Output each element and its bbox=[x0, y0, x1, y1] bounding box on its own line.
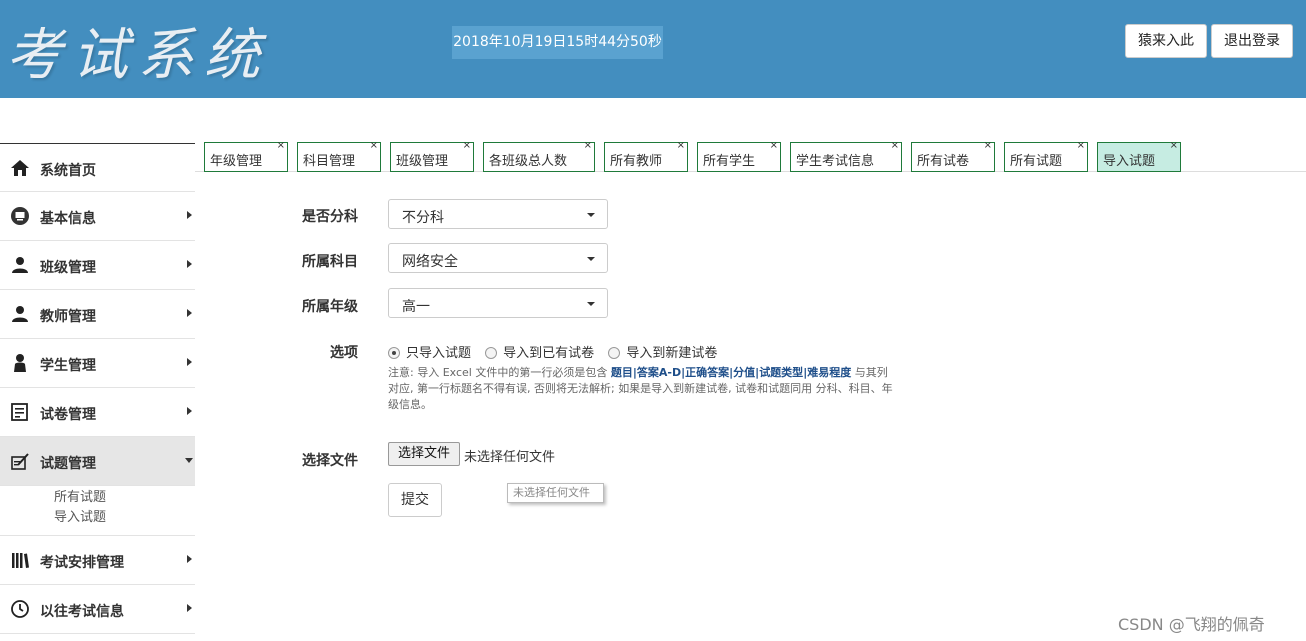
logout-button[interactable]: 退出登录 bbox=[1211, 24, 1293, 58]
tab-student-exam-info[interactable]: 学生考试信息 × bbox=[790, 140, 902, 172]
grade-label: 所属年级 bbox=[302, 299, 358, 315]
chevron-right-icon bbox=[187, 604, 192, 612]
radio-import-new-paper[interactable]: 导入到新建试卷 bbox=[608, 342, 717, 361]
sidebar: 系统首页 基本信息 班级管理 教师管理 学生管理 试卷管理 试题管理 所有试题 … bbox=[0, 143, 195, 634]
tab-all-students[interactable]: 所有学生 × bbox=[697, 140, 781, 172]
divide-label: 是否分科 bbox=[302, 209, 358, 225]
chevron-right-icon bbox=[187, 555, 192, 563]
radio-unchecked-icon bbox=[485, 347, 498, 359]
caret-down-icon bbox=[587, 302, 595, 306]
close-icon[interactable]: × bbox=[584, 140, 592, 151]
subject-label: 所属科目 bbox=[302, 254, 358, 270]
top-header: 考试系统 2018年10月19日15时44分50秒 猿来入此 退出登录 bbox=[0, 0, 1306, 98]
teacher-icon bbox=[12, 306, 28, 322]
tab-all-teachers[interactable]: 所有教师 × bbox=[604, 140, 688, 172]
import-note: 注意: 导入 Excel 文件中的第一行必须是包含 题目|答案A-D|正确答案|… bbox=[388, 366, 893, 411]
divide-select[interactable]: 不分科 bbox=[388, 199, 608, 229]
chevron-down-icon bbox=[185, 458, 193, 463]
choose-file-button[interactable]: 选择文件 bbox=[388, 442, 460, 466]
home-icon bbox=[11, 160, 29, 176]
sidebar-item-class-management[interactable]: 班级管理 bbox=[0, 241, 195, 290]
import-option-group: 只导入试题 导入到已有试卷 导入到新建试卷 bbox=[388, 342, 727, 361]
datetime-display: 2018年10月19日15时44分50秒 bbox=[452, 26, 663, 59]
sidebar-submenu: 所有试题 导入试题 bbox=[0, 486, 195, 536]
chevron-right-icon bbox=[187, 358, 192, 366]
users-icon bbox=[12, 257, 28, 273]
sidebar-item-exam-schedule[interactable]: 考试安排管理 bbox=[0, 536, 195, 585]
sidebar-item-label: 班级管理 bbox=[40, 260, 96, 276]
app-logo: 考试系统 bbox=[6, 23, 270, 88]
sidebar-item-label: 教师管理 bbox=[40, 309, 96, 325]
sidebar-item-label: 学生管理 bbox=[40, 358, 96, 374]
radio-import-only[interactable]: 只导入试题 bbox=[388, 342, 471, 361]
sidebar-item-home[interactable]: 系统首页 bbox=[0, 143, 195, 192]
question-icon bbox=[11, 453, 29, 470]
tab-subject-management[interactable]: 科目管理 × bbox=[297, 140, 381, 172]
tab-import-questions[interactable]: 导入试题 × bbox=[1097, 140, 1181, 172]
radio-checked-icon bbox=[388, 347, 400, 359]
option-label: 选项 bbox=[330, 345, 358, 361]
file-tooltip: 未选择任何文件 bbox=[507, 483, 604, 503]
tab-class-management[interactable]: 班级管理 × bbox=[390, 140, 474, 172]
chevron-right-icon bbox=[187, 407, 192, 415]
chevron-right-icon bbox=[187, 309, 192, 317]
grade-select[interactable]: 高一 bbox=[388, 288, 608, 318]
sidebar-item-label: 系统首页 bbox=[40, 163, 96, 179]
file-label: 选择文件 bbox=[302, 453, 358, 469]
caret-down-icon bbox=[587, 257, 595, 261]
sidebar-item-past-exams[interactable]: 以往考试信息 bbox=[0, 585, 195, 634]
sidebar-item-student-management[interactable]: 学生管理 bbox=[0, 339, 195, 388]
student-icon bbox=[14, 354, 26, 372]
close-icon[interactable]: × bbox=[891, 140, 899, 151]
caret-down-icon bbox=[587, 213, 595, 217]
sidebar-item-label: 试卷管理 bbox=[40, 407, 96, 423]
radio-unchecked-icon bbox=[608, 347, 621, 359]
sidebar-item-label: 试题管理 bbox=[40, 456, 96, 472]
monitor-icon bbox=[11, 207, 29, 225]
close-icon[interactable]: × bbox=[677, 140, 685, 151]
sidebar-item-teacher-management[interactable]: 教师管理 bbox=[0, 290, 195, 339]
sidebar-item-paper-management[interactable]: 试卷管理 bbox=[0, 388, 195, 437]
tab-class-totals[interactable]: 各班级总人数 × bbox=[483, 140, 595, 172]
sidebar-item-label: 基本信息 bbox=[40, 211, 96, 227]
file-status: 未选择任何文件 bbox=[464, 450, 556, 465]
close-icon[interactable]: × bbox=[984, 140, 992, 151]
paper-icon bbox=[11, 403, 28, 421]
user-button[interactable]: 猿来入此 bbox=[1125, 24, 1207, 58]
close-icon[interactable]: × bbox=[277, 140, 285, 151]
library-icon bbox=[12, 553, 29, 568]
chevron-right-icon bbox=[187, 260, 192, 268]
sidebar-item-label: 考试安排管理 bbox=[40, 555, 124, 571]
close-icon[interactable]: × bbox=[770, 140, 778, 151]
sidebar-item-label: 以往考试信息 bbox=[40, 604, 124, 620]
submenu-item-import-questions[interactable]: 导入试题 bbox=[54, 508, 195, 528]
close-icon[interactable]: × bbox=[370, 140, 378, 151]
sidebar-item-basic-info[interactable]: 基本信息 bbox=[0, 192, 195, 241]
subject-select[interactable]: 网络安全 bbox=[388, 243, 608, 273]
clock-icon bbox=[11, 600, 29, 618]
submenu-item-all-questions[interactable]: 所有试题 bbox=[54, 488, 195, 508]
tab-all-papers[interactable]: 所有试卷 × bbox=[911, 140, 995, 172]
tab-all-questions[interactable]: 所有试题 × bbox=[1004, 140, 1088, 172]
close-icon[interactable]: × bbox=[1077, 140, 1085, 151]
sidebar-item-question-management[interactable]: 试题管理 bbox=[0, 437, 195, 486]
radio-import-existing-paper[interactable]: 导入到已有试卷 bbox=[485, 342, 594, 361]
chevron-right-icon bbox=[187, 211, 192, 219]
tab-grade-management[interactable]: 年级管理 × bbox=[204, 140, 288, 172]
tab-bar: 年级管理 × 科目管理 × 班级管理 × 各班级总人数 × 所有教师 × 所有学生 × 学生… bbox=[195, 140, 1306, 172]
submit-button[interactable]: 提交 bbox=[388, 483, 442, 517]
close-icon[interactable]: × bbox=[1170, 140, 1178, 151]
close-icon[interactable]: × bbox=[463, 140, 471, 151]
watermark: CSDN @飞翔的佩奇 bbox=[1118, 615, 1265, 634]
